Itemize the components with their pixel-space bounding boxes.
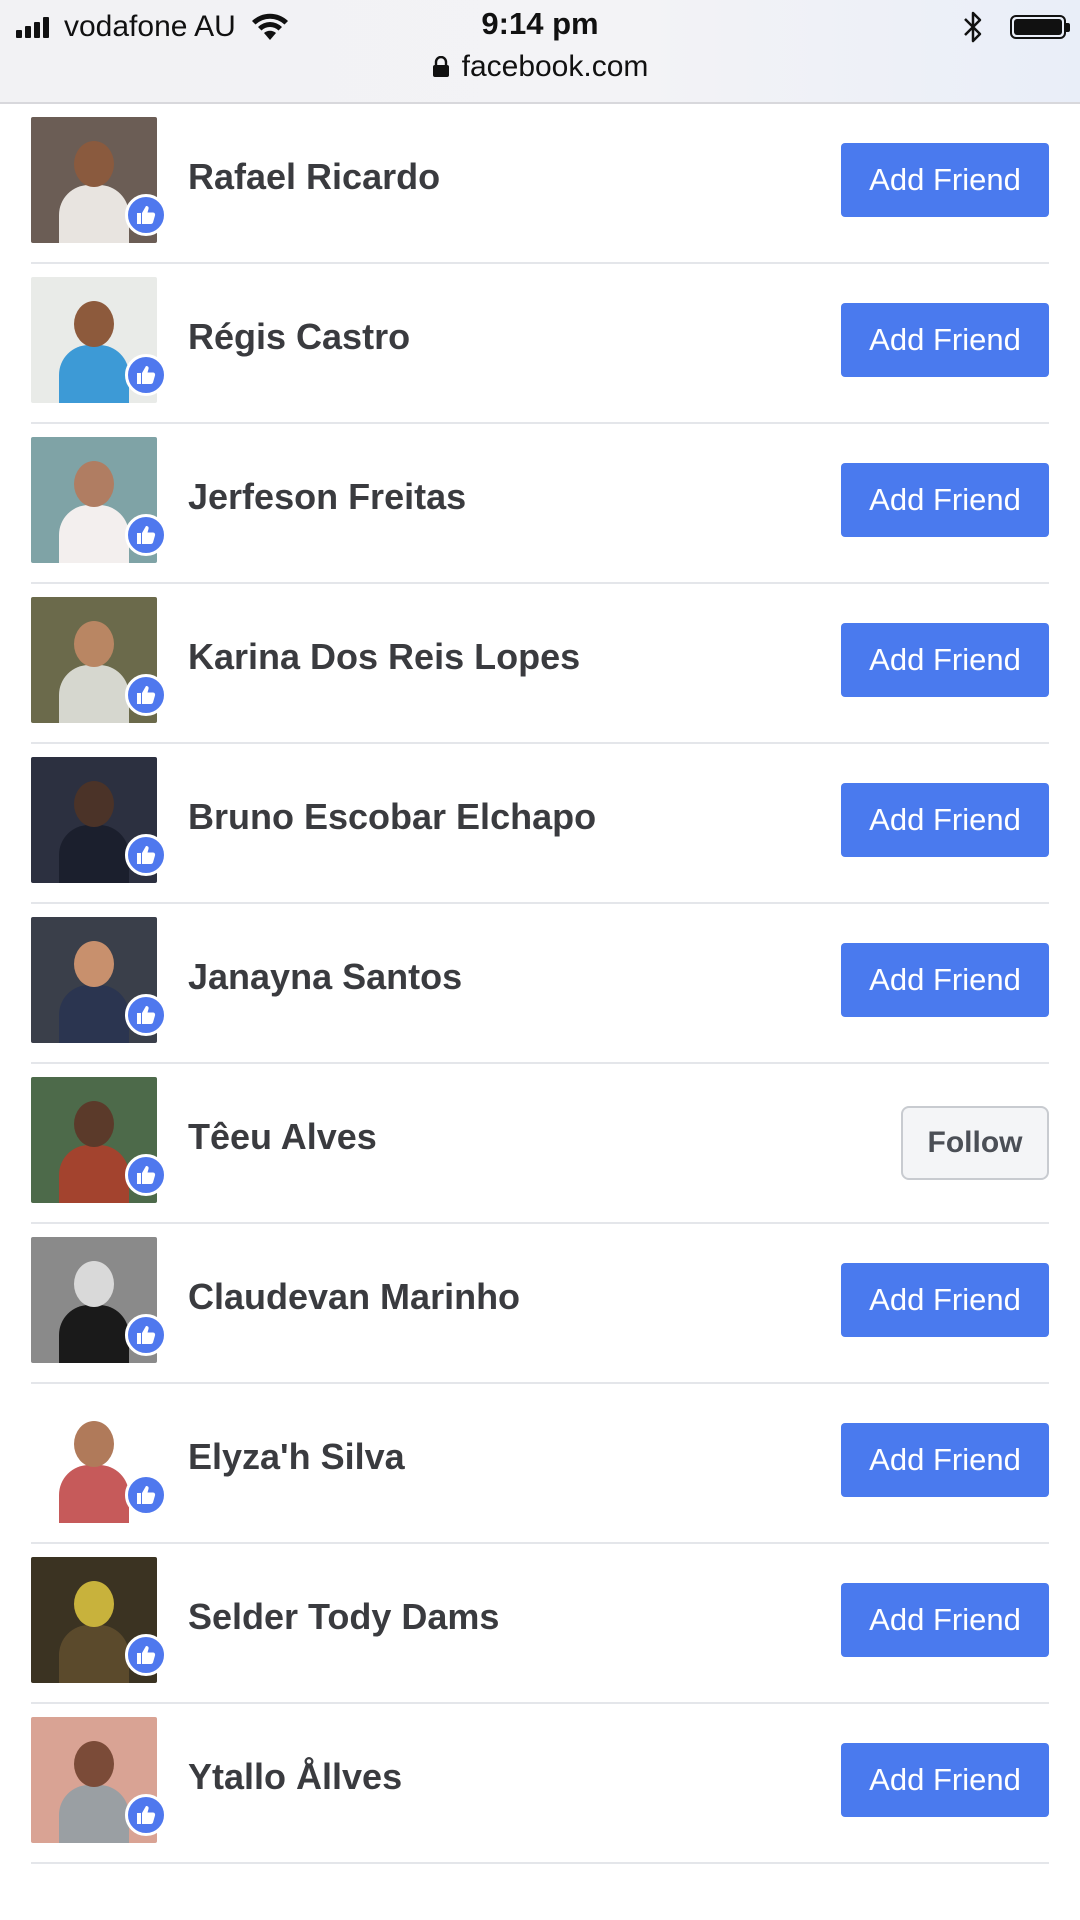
list-item: Jerfeson Freitas Add Friend	[31, 424, 1049, 584]
add-friend-button[interactable]: Add Friend	[841, 1743, 1049, 1817]
list-item: Selder Tody Dams Add Friend	[31, 1544, 1049, 1704]
person-name[interactable]: Janayna Santos	[188, 956, 462, 998]
add-friend-button[interactable]: Add Friend	[841, 143, 1049, 217]
battery-icon	[1010, 15, 1070, 39]
thumbs-up-icon	[125, 994, 167, 1036]
person-name[interactable]: Rafael Ricardo	[188, 156, 440, 198]
add-friend-button[interactable]: Add Friend	[841, 1423, 1049, 1497]
person-name[interactable]: Selder Tody Dams	[188, 1596, 499, 1638]
thumbs-up-icon	[125, 834, 167, 876]
person-name[interactable]: Têeu Alves	[188, 1116, 377, 1158]
add-friend-button[interactable]: Add Friend	[841, 463, 1049, 537]
add-friend-button[interactable]: Add Friend	[841, 1263, 1049, 1337]
list-item: Claudevan Marinho Add Friend	[31, 1224, 1049, 1384]
thumbs-up-icon	[125, 1794, 167, 1836]
add-friend-button[interactable]: Add Friend	[841, 943, 1049, 1017]
thumbs-up-icon	[125, 194, 167, 236]
person-name[interactable]: Claudevan Marinho	[188, 1276, 520, 1318]
address-bar[interactable]: facebook.com	[0, 50, 1080, 84]
list-item: Bruno Escobar Elchapo Add Friend	[31, 744, 1049, 904]
status-time: 9:14 pm	[481, 6, 599, 41]
person-name[interactable]: Karina Dos Reis Lopes	[188, 636, 580, 678]
list-item: Têeu Alves Follow	[31, 1064, 1049, 1224]
list-item: Janayna Santos Add Friend	[31, 904, 1049, 1064]
thumbs-up-icon	[125, 1314, 167, 1356]
people-list: Rafael Ricardo Add Friend Régis Castro Add …	[0, 104, 1080, 1864]
app-root: vodafone AU 9:14 pm facebook.com Rafael …	[0, 0, 1080, 1920]
list-item: Régis Castro Add Friend	[31, 264, 1049, 424]
list-item: Karina Dos Reis Lopes Add Friend	[31, 584, 1049, 744]
thumbs-up-icon	[125, 1474, 167, 1516]
list-item: Elyza'h Silva Add Friend	[31, 1384, 1049, 1544]
url-text: facebook.com	[461, 50, 649, 83]
thumbs-up-icon	[125, 354, 167, 396]
person-name[interactable]: Elyza'h Silva	[188, 1436, 405, 1478]
person-name[interactable]: Ytallo Ållves	[188, 1756, 402, 1798]
status-bar: vodafone AU 9:14 pm facebook.com	[0, 0, 1080, 104]
thumbs-up-icon	[125, 674, 167, 716]
list-item: Ytallo Ållves Add Friend	[31, 1704, 1049, 1864]
person-name[interactable]: Bruno Escobar Elchapo	[188, 796, 596, 838]
list-item: Rafael Ricardo Add Friend	[31, 104, 1049, 264]
add-friend-button[interactable]: Add Friend	[841, 623, 1049, 697]
person-name[interactable]: Jerfeson Freitas	[188, 476, 466, 518]
add-friend-button[interactable]: Add Friend	[841, 783, 1049, 857]
add-friend-button[interactable]: Add Friend	[841, 1583, 1049, 1657]
lock-icon	[432, 56, 449, 77]
thumbs-up-icon	[125, 1154, 167, 1196]
thumbs-up-icon	[125, 514, 167, 556]
add-friend-button[interactable]: Add Friend	[841, 303, 1049, 377]
bluetooth-icon	[964, 11, 982, 43]
follow-button[interactable]: Follow	[901, 1106, 1049, 1180]
person-name[interactable]: Régis Castro	[188, 316, 410, 358]
thumbs-up-icon	[125, 1634, 167, 1676]
status-right	[962, 10, 1070, 44]
